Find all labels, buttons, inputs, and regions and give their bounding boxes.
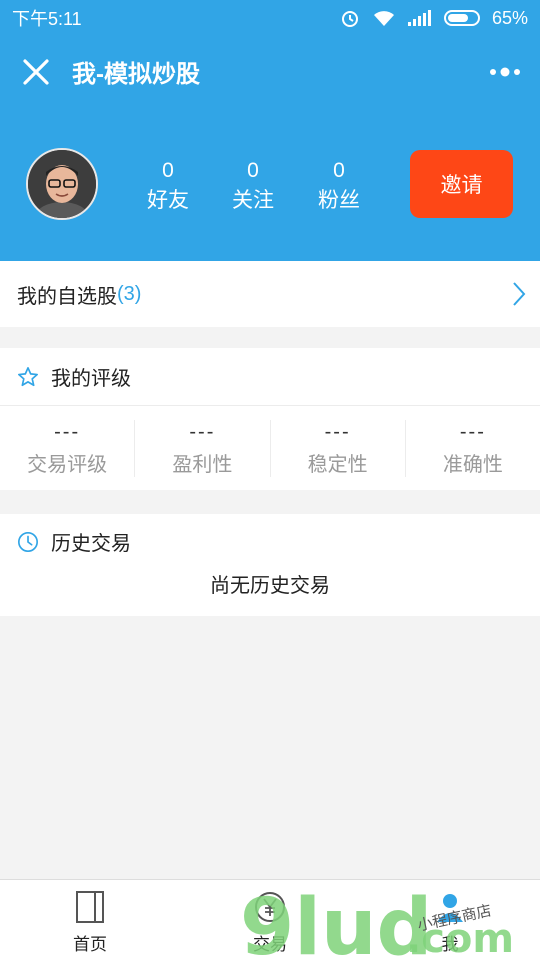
rating-item-profitability: --- 盈利性 xyxy=(135,420,271,477)
rating-item-stability: --- 稳定性 xyxy=(271,420,406,477)
rating-item-trade: --- 交易评级 xyxy=(0,420,136,477)
watchlist-row[interactable]: 我的自选股 (3) xyxy=(0,261,540,327)
rating-value: --- xyxy=(459,421,486,443)
close-icon[interactable] xyxy=(20,56,52,88)
stat-fans-value: 0 xyxy=(333,159,345,182)
more-icon[interactable] xyxy=(488,62,522,82)
rating-title: 我的评级 xyxy=(51,368,131,390)
history-header: 历史交易 xyxy=(0,514,540,569)
history-card: 历史交易 尚无历史交易 xyxy=(0,514,540,616)
stat-friends-label: 好友 xyxy=(147,189,189,212)
rating-value: --- xyxy=(54,421,81,443)
tab-home[interactable]: 首页 xyxy=(30,880,150,960)
alarm-icon xyxy=(341,11,358,27)
page-title: 我-模拟炒股 xyxy=(72,61,200,88)
profile-header: 我-模拟炒股 0 好友 0 关注 0 粉丝 邀请 xyxy=(0,36,540,261)
watchlist-count: (3) xyxy=(117,282,142,305)
stat-friends[interactable]: 0 好友 xyxy=(138,156,198,216)
stat-fans[interactable]: 0 粉丝 xyxy=(309,156,369,216)
watchlist-label: 我的自选股 xyxy=(17,285,117,308)
status-bar: 下午5:11 65% xyxy=(0,0,540,36)
tab-home-label: 首页 xyxy=(73,935,107,954)
clock-icon xyxy=(18,531,38,552)
invite-button[interactable]: 邀请 xyxy=(410,150,513,218)
battery-icon xyxy=(443,10,480,26)
tab-trade[interactable]: 交易 xyxy=(210,880,330,960)
stat-following[interactable]: 0 关注 xyxy=(223,156,283,216)
rating-value: --- xyxy=(324,421,351,443)
wifi-icon xyxy=(373,11,394,26)
book-icon xyxy=(76,891,104,923)
yen-circle-icon xyxy=(255,892,285,922)
avatar[interactable] xyxy=(26,148,98,220)
rating-label: 准确性 xyxy=(442,454,503,476)
star-icon xyxy=(18,366,38,386)
rating-header: 我的评级 xyxy=(0,348,540,406)
person-icon xyxy=(437,894,463,922)
rating-item-accuracy: --- 准确性 xyxy=(406,420,540,477)
rating-label: 交易评级 xyxy=(27,454,108,476)
tab-me-label: 我 xyxy=(441,935,459,954)
stat-following-label: 关注 xyxy=(232,189,274,212)
signal-icon xyxy=(407,10,431,26)
tab-me[interactable]: 我 xyxy=(390,880,510,960)
stat-following-value: 0 xyxy=(247,159,259,182)
history-empty-text: 尚无历史交易 xyxy=(210,575,330,597)
history-title: 历史交易 xyxy=(51,533,131,555)
stat-friends-value: 0 xyxy=(162,159,174,182)
status-time: 下午5:11 xyxy=(12,9,82,29)
chevron-right-icon xyxy=(513,282,526,306)
rating-card: 我的评级 --- 交易评级 --- 盈利性 --- 稳定性 --- 准确性 xyxy=(0,348,540,490)
status-icons: 65% xyxy=(340,8,528,29)
rating-value: --- xyxy=(189,421,216,443)
tab-trade-label: 交易 xyxy=(253,935,287,954)
rating-columns: --- 交易评级 --- 盈利性 --- 稳定性 --- 准确性 xyxy=(0,406,540,491)
rating-label: 稳定性 xyxy=(307,454,368,476)
avatar-face-icon xyxy=(28,150,96,218)
battery-percent: 65% xyxy=(491,7,528,28)
rating-label: 盈利性 xyxy=(172,454,233,476)
tab-bar: 首页 交易 我 xyxy=(0,879,540,960)
stat-fans-label: 粉丝 xyxy=(318,189,360,212)
